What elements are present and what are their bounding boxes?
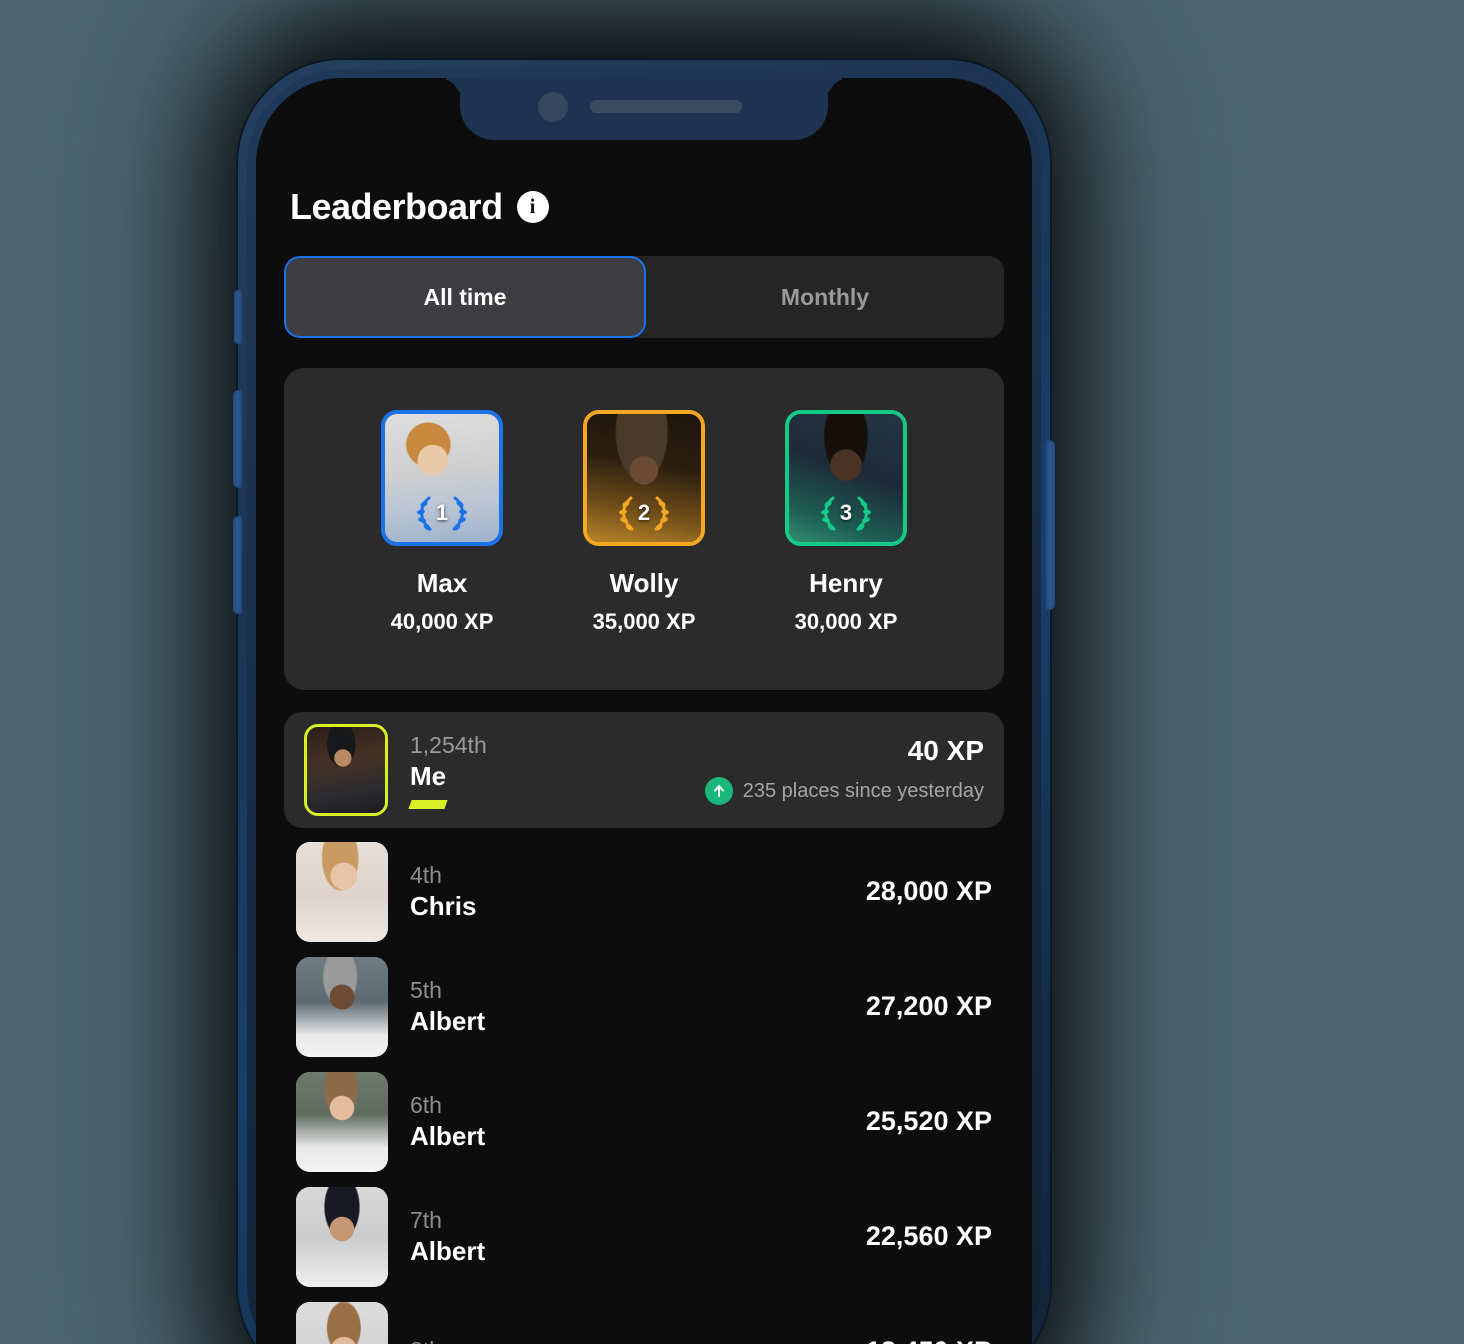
podium-entry-3[interactable]: 3 Henry 30,000 XP: [759, 410, 933, 635]
podium-xp: 35,000 XP: [592, 609, 696, 634]
rank-badge: 2: [611, 490, 677, 536]
time-range-tabs: All time Monthly: [284, 256, 1004, 338]
table-row[interactable]: 6th Albert 25,520 XP: [284, 1064, 1004, 1179]
row-info: 4th Chris: [410, 862, 844, 922]
row-info: 6th Albert: [410, 1092, 844, 1152]
avatar-photo: [296, 956, 388, 1057]
table-row[interactable]: 4th Chris 28,000 XP: [284, 834, 1004, 949]
podium-entry-1[interactable]: 1 Max 40,000 XP: [355, 410, 529, 635]
podium-name: Max: [416, 568, 468, 598]
avatar-photo: [296, 1301, 388, 1344]
row-info: 5th Albert: [410, 977, 844, 1037]
rank-number: 3: [839, 500, 853, 525]
rank-badge: 3: [813, 490, 879, 536]
my-rank-info: 1,254th Me: [408, 731, 683, 809]
podium-name: Wolly: [609, 568, 679, 598]
row-name: Chris: [410, 890, 477, 921]
row-name: Albert: [410, 1120, 486, 1151]
leaderboard-list: 4th Chris 28,000 XP 5th Albert 27,200 XP…: [284, 834, 1004, 1344]
row-rank: 5th: [410, 976, 442, 1003]
row-rank: 8th: [410, 1337, 844, 1344]
row-xp: 22,560 XP: [865, 1221, 992, 1251]
avatar: [304, 724, 388, 816]
leaderboard-app: Leaderboard i All time Monthly 1 Max 40,…: [256, 78, 1032, 1344]
row-xp: 28,000 XP: [865, 876, 992, 906]
rank-number: 1: [435, 500, 449, 525]
row-xp: 18,450 XP: [866, 1336, 992, 1344]
table-row[interactable]: 8th 18,450 XP: [284, 1294, 1004, 1344]
avatar: [296, 1071, 388, 1172]
row-rank: 4th: [410, 861, 442, 888]
earpiece-speaker-icon: [590, 100, 742, 113]
podium-xp: 30,000 XP: [794, 609, 898, 634]
volume-up-button[interactable]: [233, 390, 242, 488]
arrow-up-circle-icon: [704, 777, 733, 805]
rank-number: 2: [637, 500, 651, 525]
table-row[interactable]: 5th Albert 27,200 XP: [284, 949, 1004, 1064]
avatar: 3: [785, 410, 907, 546]
row-rank: 7th: [410, 1206, 442, 1233]
row-info: 7th Albert: [410, 1207, 844, 1267]
my-rank-name: Me: [410, 760, 447, 791]
row-rank: 6th: [410, 1091, 442, 1118]
podium-xp: 40,000 XP: [390, 609, 494, 634]
tab-monthly[interactable]: Monthly: [646, 256, 1004, 338]
avatar-photo: [296, 841, 388, 942]
my-rank-delta: 235 places since yesterday: [704, 777, 984, 805]
row-name: Albert: [410, 1005, 486, 1036]
avatar-photo: [296, 1071, 388, 1172]
phone-notch: [460, 78, 828, 140]
phone-screen: Leaderboard i All time Monthly 1 Max 40,…: [256, 78, 1032, 1344]
my-xp-value: 40 XP: [907, 735, 984, 766]
avatar: [296, 956, 388, 1057]
my-rank-card[interactable]: 1,254th Me 40 XP 235 places since yester…: [284, 712, 1004, 828]
table-row[interactable]: 7th Albert 22,560 XP: [284, 1179, 1004, 1294]
avatar-photo: [296, 1186, 388, 1287]
row-xp: 25,520 XP: [865, 1106, 992, 1136]
rank-badge: 1: [409, 490, 475, 536]
avatar: [296, 1301, 388, 1344]
my-rank-stats: 40 XP 235 places since yesterday: [704, 735, 984, 805]
my-rank-position: 1,254th: [410, 731, 487, 758]
power-button[interactable]: [1046, 440, 1055, 610]
phone-frame: Leaderboard i All time Monthly 1 Max 40,…: [233, 60, 1055, 1344]
avatar: [296, 841, 388, 942]
avatar: 1: [381, 410, 503, 546]
avatar: [296, 1186, 388, 1287]
volume-down-button[interactable]: [233, 516, 242, 614]
accent-bar: [408, 799, 448, 809]
podium-card: 1 Max 40,000 XP 2 Wolly 35,000 XP 3 Henr…: [284, 368, 1004, 690]
screenshot-stage: Leaderboard i All time Monthly 1 Max 40,…: [0, 0, 1464, 1344]
front-camera-icon: [538, 92, 568, 122]
page-title: Leaderboard: [290, 186, 503, 227]
avatar: 2: [583, 410, 705, 546]
silent-switch-button[interactable]: [234, 290, 242, 344]
podium-entry-2[interactable]: 2 Wolly 35,000 XP: [557, 410, 731, 635]
my-rank-delta-text: 235 places since yesterday: [742, 779, 984, 802]
tab-all-time[interactable]: All time: [284, 256, 646, 338]
avatar-photo: [307, 727, 385, 813]
info-icon[interactable]: i: [516, 191, 549, 223]
podium-name: Henry: [809, 568, 883, 598]
row-info: 8th: [410, 1337, 844, 1344]
row-name: Albert: [410, 1235, 486, 1266]
row-xp: 27,200 XP: [865, 991, 992, 1021]
